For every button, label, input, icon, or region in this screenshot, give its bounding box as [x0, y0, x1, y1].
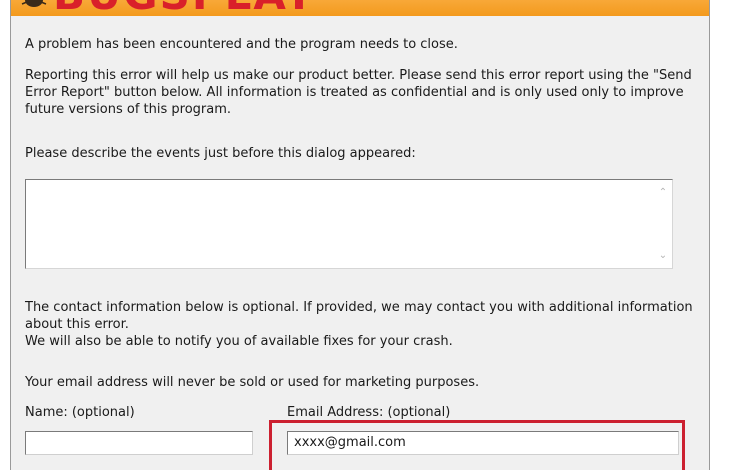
scroll-up-arrow-icon[interactable]: ⌃ — [657, 187, 669, 199]
name-label: Name: (optional) — [25, 405, 135, 420]
email-label: Email Address: (optional) — [287, 405, 451, 420]
events-description-textarea[interactable] — [25, 179, 673, 269]
problem-message: A problem has been encountered and the p… — [25, 37, 458, 52]
brand-title: BUGSPLAT — [53, 0, 315, 16]
events-scrollbar[interactable]: ⌃ ⌄ — [654, 180, 672, 268]
email-field[interactable]: xxxx@gmail.com — [287, 431, 679, 455]
error-report-dialog: BUGSPLAT A problem has been encountered … — [10, 0, 710, 470]
describe-events-label: Please describe the events just before t… — [25, 146, 416, 161]
reporting-message: Reporting this error will help us make o… — [25, 68, 692, 117]
scroll-down-arrow-icon[interactable]: ⌄ — [657, 250, 669, 262]
bug-logo-icon — [21, 0, 47, 7]
contact-info-message: The contact information below is optiona… — [25, 300, 693, 349]
brand-banner: BUGSPLAT — [11, 0, 709, 16]
name-field[interactable] — [25, 431, 253, 455]
privacy-message: Your email address will never be sold or… — [25, 375, 480, 390]
